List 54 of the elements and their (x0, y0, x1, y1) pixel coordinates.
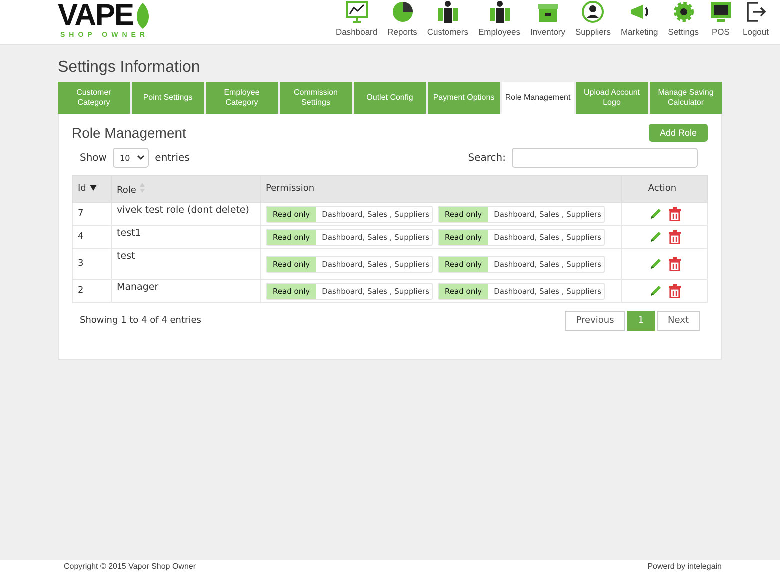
trash-icon[interactable] (668, 207, 680, 221)
entries-info: Showing 1 to 4 of 4 entries (80, 316, 202, 326)
people-icon (436, 0, 460, 24)
caret-icon (137, 155, 146, 161)
page-size-select[interactable]: 10 (112, 148, 150, 168)
gear-icon (672, 0, 696, 24)
pencil-icon[interactable] (648, 284, 662, 298)
logo-wordmark: VAPE (58, 1, 134, 31)
nav-item[interactable]: Inventory (526, 0, 571, 37)
column-header[interactable]: Role (112, 176, 260, 202)
pie-chart-icon (390, 0, 414, 24)
nav-item[interactable]: Marketing (616, 0, 664, 37)
pencil-icon[interactable] (648, 257, 662, 271)
search-label: Search: (468, 152, 506, 164)
table-cell: test1 (112, 226, 260, 248)
table-cell: vivek test role (dont delete) (112, 202, 260, 226)
table-cell: 3 (72, 248, 112, 280)
trash-icon[interactable] (668, 284, 680, 298)
trash-icon[interactable] (668, 230, 680, 244)
table-cell: 7 (72, 202, 112, 226)
sort-icon (140, 182, 146, 192)
pagination-button[interactable]: Next (657, 311, 700, 331)
leaf-icon (135, 3, 152, 29)
entries-label: entries (155, 152, 190, 164)
pagination-button[interactable]: Previous (565, 311, 626, 331)
table-cell: 2 (72, 280, 112, 302)
nav-item[interactable]: Suppliers (570, 0, 616, 37)
nav-item[interactable]: Reports (382, 0, 422, 37)
nav-item[interactable]: POS (704, 0, 738, 37)
copyright-text: Copyright © 2015 Vapor Shop Owner (64, 562, 196, 573)
monitor-icon (709, 0, 733, 24)
people-icon (488, 0, 512, 24)
column-header[interactable]: Permission (260, 176, 622, 202)
panel-title: Role Management (72, 125, 186, 141)
exit-icon (744, 0, 768, 24)
nav-item[interactable]: Employees (473, 0, 526, 37)
settings-tab[interactable]: Role Management (502, 82, 574, 114)
table-cell: 4 (72, 226, 112, 248)
table-cell: test (112, 248, 260, 280)
column-header[interactable]: Id (72, 176, 112, 202)
pencil-icon[interactable] (648, 207, 662, 221)
nav-item[interactable]: Settings (663, 0, 704, 37)
nav-item[interactable]: Customers (422, 0, 474, 37)
search-field[interactable] (512, 148, 698, 168)
table-cell: Manager (112, 280, 260, 302)
trash-icon[interactable] (668, 257, 680, 271)
nav-item[interactable]: Dashboard (331, 0, 383, 37)
column-header[interactable]: Action (622, 176, 708, 202)
sort-descending-icon (90, 185, 98, 191)
pencil-icon[interactable] (648, 230, 662, 244)
powered-by-text: Powerd by intelegain (648, 562, 722, 573)
nav-item[interactable]: Logout (738, 0, 774, 37)
show-label: Show (80, 152, 107, 164)
page-title: Settings Information (58, 59, 202, 77)
